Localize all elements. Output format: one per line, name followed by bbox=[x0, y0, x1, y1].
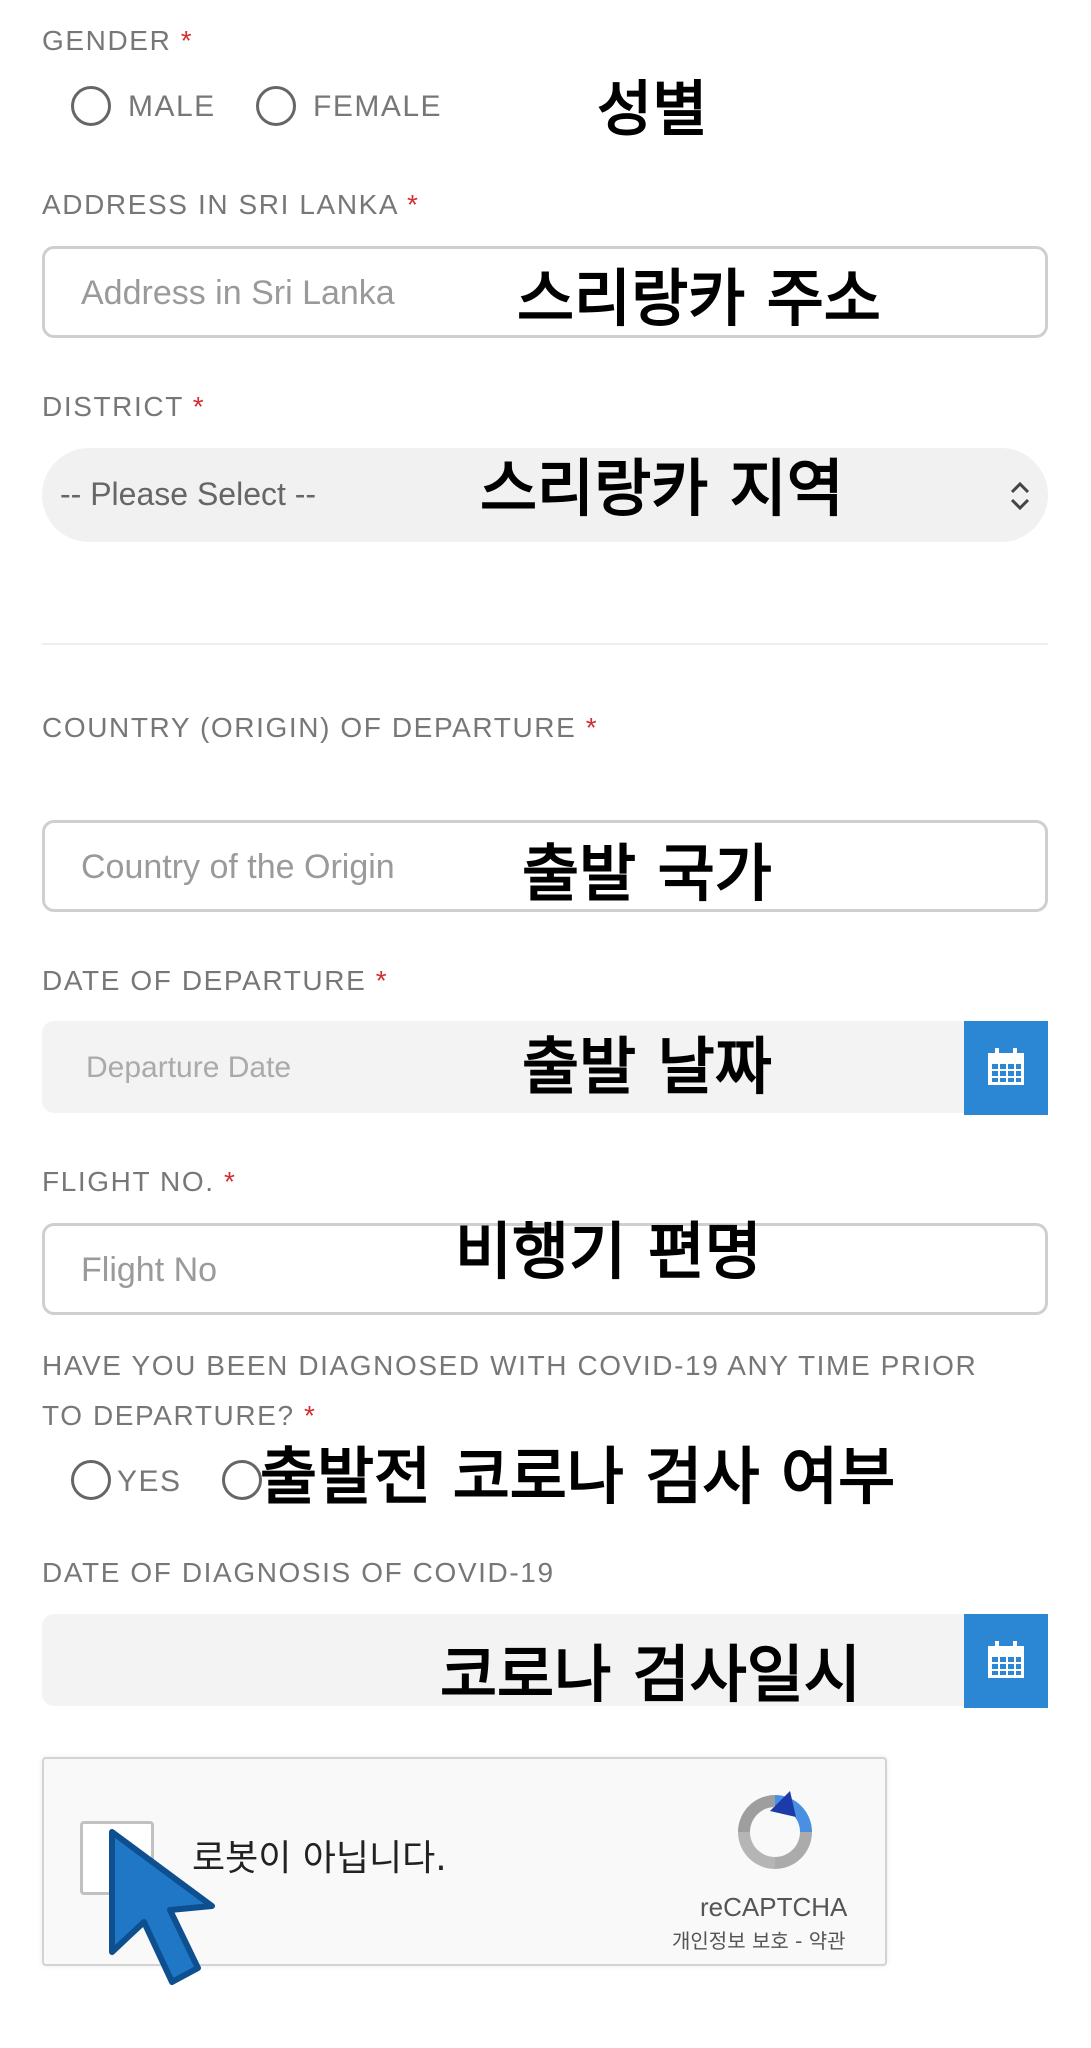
country-placeholder: Country of the Origin bbox=[81, 848, 395, 886]
gender-female-label: FEMALE bbox=[313, 90, 443, 123]
departure-date-label: DATE OF DEPARTURE * bbox=[42, 965, 389, 996]
address-placeholder: Address in Sri Lanka bbox=[81, 274, 395, 312]
country-label: COUNTRY (ORIGIN) OF DEPARTURE * bbox=[42, 712, 599, 743]
district-selected-value: -- Please Select -- bbox=[60, 476, 317, 512]
flight-placeholder: Flight No bbox=[81, 1251, 218, 1289]
departure-date-input[interactable]: Departure Date bbox=[42, 1021, 964, 1113]
gender-female-radio[interactable] bbox=[256, 86, 296, 126]
address-label: ADDRESS IN SRI LANKA * bbox=[42, 189, 420, 220]
covid-yes-label: YES bbox=[117, 1465, 182, 1498]
departure-date-calendar-button[interactable] bbox=[964, 1021, 1048, 1115]
covid-question-label-line1: HAVE YOU BEEN DIAGNOSED WITH COVID-19 AN… bbox=[42, 1350, 978, 1381]
covid-date-label: DATE OF DIAGNOSIS OF COVID-19 bbox=[42, 1557, 555, 1588]
recaptcha-checkbox-label: 로봇이 아닙니다. bbox=[192, 1838, 447, 1879]
district-label: DISTRICT * bbox=[42, 391, 206, 422]
gender-male-radio[interactable] bbox=[71, 86, 111, 126]
mouse-cursor-icon bbox=[100, 1822, 220, 1997]
covid-date-annotation: 코로나 검사일시 bbox=[440, 1638, 861, 1711]
country-annotation: 출발 국가 bbox=[522, 837, 772, 910]
departure-date-placeholder: Departure Date bbox=[86, 1051, 292, 1084]
covid-date-calendar-button[interactable] bbox=[964, 1614, 1048, 1708]
calendar-icon bbox=[986, 1640, 1026, 1685]
recaptcha-privacy-terms-link[interactable]: 개인정보 보호 - 약관 bbox=[672, 1931, 846, 1951]
flight-label: FLIGHT NO. * bbox=[42, 1166, 237, 1197]
covid-no-radio[interactable] bbox=[222, 1460, 262, 1500]
address-annotation: 스리랑카 주소 bbox=[517, 262, 881, 335]
flight-annotation: 비행기 편명 bbox=[455, 1215, 762, 1288]
covid-question-label-line2: TO DEPARTURE? * bbox=[42, 1400, 317, 1431]
departure-date-annotation: 출발 날짜 bbox=[522, 1030, 772, 1103]
covid-question-annotation: 출발전 코로나 검사 여부 bbox=[260, 1440, 896, 1513]
chevron-updown-icon bbox=[1008, 478, 1032, 519]
gender-annotation: 성별 bbox=[597, 75, 708, 145]
covid-yes-radio[interactable] bbox=[71, 1460, 111, 1500]
recaptcha-brand: reCAPTCHA bbox=[700, 1892, 848, 1922]
gender-label: GENDER * bbox=[42, 25, 194, 56]
gender-male-label: MALE bbox=[128, 90, 216, 123]
calendar-icon bbox=[986, 1047, 1026, 1092]
recaptcha-logo-icon bbox=[730, 1787, 820, 1882]
district-annotation: 스리랑카 지역 bbox=[480, 452, 844, 525]
section-divider bbox=[42, 643, 1048, 645]
